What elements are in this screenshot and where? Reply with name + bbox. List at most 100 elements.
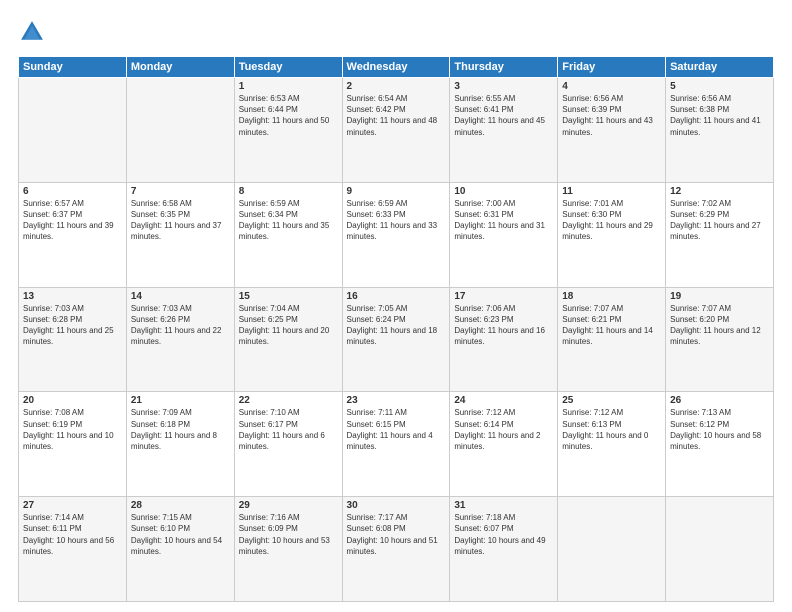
calendar-cell: 24 Sunrise: 7:12 AMSunset: 6:14 PMDaylig…: [450, 392, 558, 497]
calendar-cell: 3 Sunrise: 6:55 AMSunset: 6:41 PMDayligh…: [450, 78, 558, 183]
day-number: 12: [670, 186, 769, 197]
calendar-week-2: 6 Sunrise: 6:57 AMSunset: 6:37 PMDayligh…: [19, 182, 774, 287]
day-info: Sunrise: 7:15 AMSunset: 6:10 PMDaylight:…: [131, 513, 222, 556]
calendar-cell: 13 Sunrise: 7:03 AMSunset: 6:28 PMDaylig…: [19, 287, 127, 392]
calendar: SundayMondayTuesdayWednesdayThursdayFrid…: [18, 56, 774, 602]
calendar-week-4: 20 Sunrise: 7:08 AMSunset: 6:19 PMDaylig…: [19, 392, 774, 497]
day-info: Sunrise: 7:07 AMSunset: 6:20 PMDaylight:…: [670, 304, 761, 347]
day-info: Sunrise: 7:03 AMSunset: 6:26 PMDaylight:…: [131, 304, 222, 347]
day-info: Sunrise: 7:02 AMSunset: 6:29 PMDaylight:…: [670, 199, 761, 242]
calendar-header-row: SundayMondayTuesdayWednesdayThursdayFrid…: [19, 57, 774, 78]
day-number: 20: [23, 395, 122, 406]
day-number: 17: [454, 291, 553, 302]
day-info: Sunrise: 6:58 AMSunset: 6:35 PMDaylight:…: [131, 199, 222, 242]
day-number: 21: [131, 395, 230, 406]
day-number: 13: [23, 291, 122, 302]
day-info: Sunrise: 7:00 AMSunset: 6:31 PMDaylight:…: [454, 199, 545, 242]
day-number: 14: [131, 291, 230, 302]
calendar-cell: 29 Sunrise: 7:16 AMSunset: 6:09 PMDaylig…: [234, 497, 342, 602]
day-info: Sunrise: 7:14 AMSunset: 6:11 PMDaylight:…: [23, 513, 114, 556]
calendar-cell: 16 Sunrise: 7:05 AMSunset: 6:24 PMDaylig…: [342, 287, 450, 392]
day-info: Sunrise: 7:11 AMSunset: 6:15 PMDaylight:…: [347, 408, 433, 451]
day-number: 8: [239, 186, 338, 197]
calendar-cell: 8 Sunrise: 6:59 AMSunset: 6:34 PMDayligh…: [234, 182, 342, 287]
calendar-cell: 14 Sunrise: 7:03 AMSunset: 6:26 PMDaylig…: [126, 287, 234, 392]
day-info: Sunrise: 7:18 AMSunset: 6:07 PMDaylight:…: [454, 513, 545, 556]
day-info: Sunrise: 7:09 AMSunset: 6:18 PMDaylight:…: [131, 408, 217, 451]
calendar-cell: 19 Sunrise: 7:07 AMSunset: 6:20 PMDaylig…: [666, 287, 774, 392]
calendar-header-saturday: Saturday: [666, 57, 774, 78]
calendar-cell: 15 Sunrise: 7:04 AMSunset: 6:25 PMDaylig…: [234, 287, 342, 392]
calendar-cell: 27 Sunrise: 7:14 AMSunset: 6:11 PMDaylig…: [19, 497, 127, 602]
day-number: 19: [670, 291, 769, 302]
day-number: 22: [239, 395, 338, 406]
day-info: Sunrise: 6:56 AMSunset: 6:39 PMDaylight:…: [562, 94, 653, 137]
day-number: 23: [347, 395, 446, 406]
calendar-cell: 7 Sunrise: 6:58 AMSunset: 6:35 PMDayligh…: [126, 182, 234, 287]
day-info: Sunrise: 7:10 AMSunset: 6:17 PMDaylight:…: [239, 408, 325, 451]
day-number: 26: [670, 395, 769, 406]
calendar-header-wednesday: Wednesday: [342, 57, 450, 78]
calendar-cell: 4 Sunrise: 6:56 AMSunset: 6:39 PMDayligh…: [558, 78, 666, 183]
day-info: Sunrise: 6:57 AMSunset: 6:37 PMDaylight:…: [23, 199, 114, 242]
day-number: 31: [454, 500, 553, 511]
day-info: Sunrise: 7:06 AMSunset: 6:23 PMDaylight:…: [454, 304, 545, 347]
day-number: 29: [239, 500, 338, 511]
day-number: 3: [454, 81, 553, 92]
logo: [18, 18, 50, 46]
calendar-cell: 10 Sunrise: 7:00 AMSunset: 6:31 PMDaylig…: [450, 182, 558, 287]
day-number: 27: [23, 500, 122, 511]
day-number: 18: [562, 291, 661, 302]
day-number: 25: [562, 395, 661, 406]
day-info: Sunrise: 7:01 AMSunset: 6:30 PMDaylight:…: [562, 199, 653, 242]
day-info: Sunrise: 7:07 AMSunset: 6:21 PMDaylight:…: [562, 304, 653, 347]
calendar-header-friday: Friday: [558, 57, 666, 78]
day-info: Sunrise: 6:54 AMSunset: 6:42 PMDaylight:…: [347, 94, 438, 137]
day-info: Sunrise: 7:17 AMSunset: 6:08 PMDaylight:…: [347, 513, 438, 556]
header: [18, 18, 774, 46]
calendar-cell: 26 Sunrise: 7:13 AMSunset: 6:12 PMDaylig…: [666, 392, 774, 497]
day-info: Sunrise: 7:12 AMSunset: 6:14 PMDaylight:…: [454, 408, 540, 451]
day-number: 9: [347, 186, 446, 197]
calendar-cell: 22 Sunrise: 7:10 AMSunset: 6:17 PMDaylig…: [234, 392, 342, 497]
calendar-cell: 23 Sunrise: 7:11 AMSunset: 6:15 PMDaylig…: [342, 392, 450, 497]
calendar-cell: 5 Sunrise: 6:56 AMSunset: 6:38 PMDayligh…: [666, 78, 774, 183]
day-info: Sunrise: 6:59 AMSunset: 6:34 PMDaylight:…: [239, 199, 330, 242]
page: SundayMondayTuesdayWednesdayThursdayFrid…: [0, 0, 792, 612]
calendar-header-thursday: Thursday: [450, 57, 558, 78]
logo-icon: [18, 18, 46, 46]
calendar-cell: 31 Sunrise: 7:18 AMSunset: 6:07 PMDaylig…: [450, 497, 558, 602]
calendar-cell: 9 Sunrise: 6:59 AMSunset: 6:33 PMDayligh…: [342, 182, 450, 287]
day-number: 24: [454, 395, 553, 406]
day-number: 28: [131, 500, 230, 511]
calendar-cell: [126, 78, 234, 183]
day-info: Sunrise: 6:56 AMSunset: 6:38 PMDaylight:…: [670, 94, 761, 137]
calendar-week-5: 27 Sunrise: 7:14 AMSunset: 6:11 PMDaylig…: [19, 497, 774, 602]
calendar-header-tuesday: Tuesday: [234, 57, 342, 78]
calendar-cell: [558, 497, 666, 602]
calendar-week-3: 13 Sunrise: 7:03 AMSunset: 6:28 PMDaylig…: [19, 287, 774, 392]
day-number: 30: [347, 500, 446, 511]
calendar-cell: 21 Sunrise: 7:09 AMSunset: 6:18 PMDaylig…: [126, 392, 234, 497]
day-number: 1: [239, 81, 338, 92]
day-number: 2: [347, 81, 446, 92]
day-number: 11: [562, 186, 661, 197]
calendar-cell: 2 Sunrise: 6:54 AMSunset: 6:42 PMDayligh…: [342, 78, 450, 183]
calendar-cell: 6 Sunrise: 6:57 AMSunset: 6:37 PMDayligh…: [19, 182, 127, 287]
day-number: 16: [347, 291, 446, 302]
calendar-cell: 25 Sunrise: 7:12 AMSunset: 6:13 PMDaylig…: [558, 392, 666, 497]
day-info: Sunrise: 6:53 AMSunset: 6:44 PMDaylight:…: [239, 94, 330, 137]
day-number: 5: [670, 81, 769, 92]
day-info: Sunrise: 7:03 AMSunset: 6:28 PMDaylight:…: [23, 304, 114, 347]
calendar-cell: 20 Sunrise: 7:08 AMSunset: 6:19 PMDaylig…: [19, 392, 127, 497]
calendar-cell: 11 Sunrise: 7:01 AMSunset: 6:30 PMDaylig…: [558, 182, 666, 287]
calendar-cell: [19, 78, 127, 183]
day-info: Sunrise: 7:16 AMSunset: 6:09 PMDaylight:…: [239, 513, 330, 556]
day-info: Sunrise: 7:12 AMSunset: 6:13 PMDaylight:…: [562, 408, 648, 451]
day-info: Sunrise: 6:55 AMSunset: 6:41 PMDaylight:…: [454, 94, 545, 137]
calendar-cell: [666, 497, 774, 602]
day-info: Sunrise: 7:08 AMSunset: 6:19 PMDaylight:…: [23, 408, 114, 451]
calendar-cell: 30 Sunrise: 7:17 AMSunset: 6:08 PMDaylig…: [342, 497, 450, 602]
day-info: Sunrise: 7:13 AMSunset: 6:12 PMDaylight:…: [670, 408, 761, 451]
day-info: Sunrise: 6:59 AMSunset: 6:33 PMDaylight:…: [347, 199, 438, 242]
